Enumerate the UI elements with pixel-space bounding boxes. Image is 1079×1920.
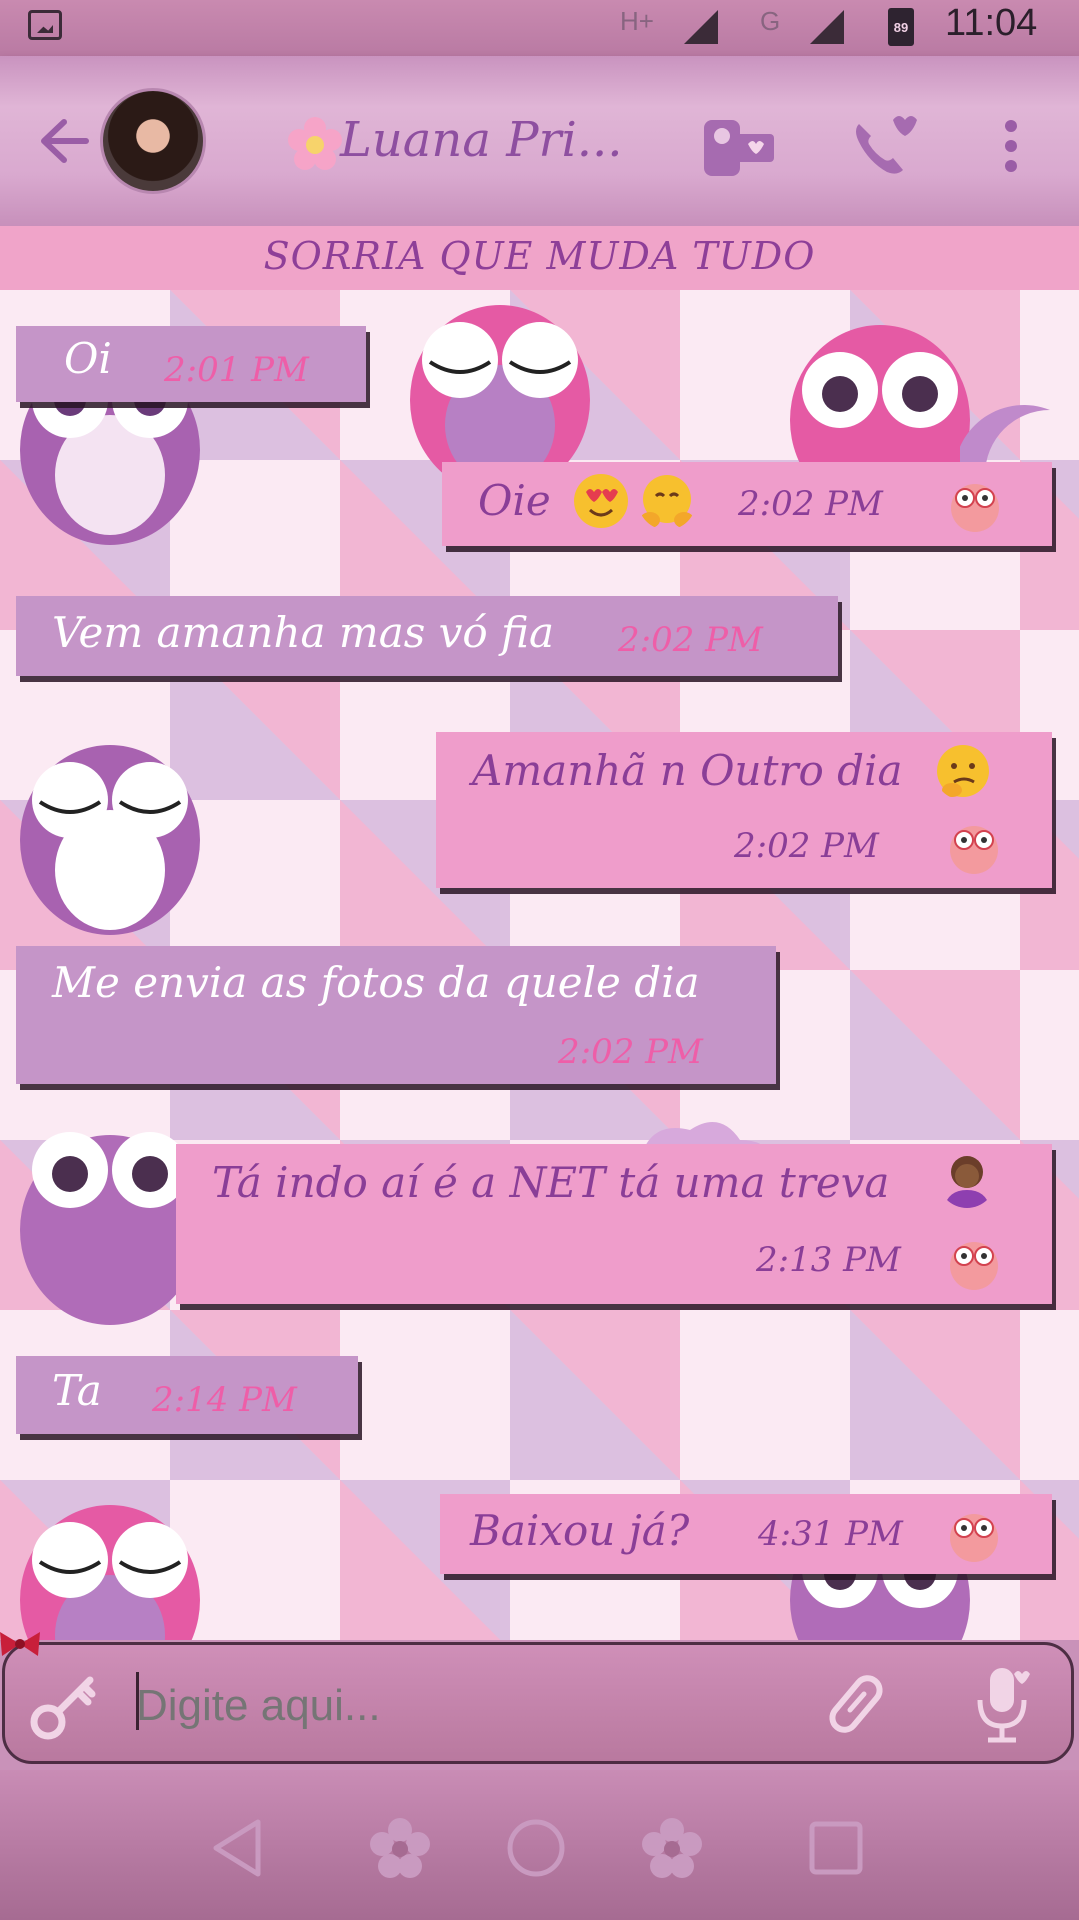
chat-area[interactable]: Oi 2:01 PM Oie 2:02 PM Vem amanha mas vó… [0, 290, 1079, 1640]
battery-level: 89 [893, 20, 909, 35]
owl-read-receipt-icon [950, 1242, 998, 1290]
message-text: Me envia as fotos da quele dia [52, 958, 700, 1007]
back-arrow-icon[interactable] [36, 116, 96, 166]
message-time: 2:02 PM [734, 826, 879, 866]
nav-flower-icon [370, 1818, 430, 1878]
system-nav-bar [0, 1770, 1079, 1920]
image-notification-icon [28, 10, 62, 40]
message-time: 2:13 PM [756, 1240, 901, 1280]
microphone-icon[interactable] [968, 1662, 1038, 1746]
nav-flower-icon-2 [642, 1818, 702, 1878]
voice-call-icon[interactable] [845, 104, 925, 184]
signal-strength-icon [684, 10, 718, 44]
message-text: Vem amanha mas vó fia [52, 608, 555, 657]
message-bubble-incoming[interactable]: Ta 2:14 PM [16, 1356, 358, 1434]
message-time: 2:02 PM [618, 620, 763, 660]
message-input[interactable] [134, 1672, 778, 1740]
message-time: 2:01 PM [164, 350, 309, 390]
avatar[interactable] [100, 88, 206, 194]
owl-read-receipt-icon [950, 826, 998, 874]
text-caret [136, 1672, 139, 1730]
bow-icon [0, 1632, 40, 1656]
chat-header: Luana Pri... [0, 56, 1079, 226]
message-bubble-outgoing[interactable]: Amanhã n Outro dia 2:02 PM [436, 732, 1052, 888]
more-options-icon[interactable] [998, 116, 1024, 176]
message-text: Oie [478, 476, 551, 525]
video-call-icon[interactable] [700, 106, 780, 186]
status-bar: H+ G 89 11:04 [0, 0, 1079, 56]
message-time: 2:02 PM [558, 1032, 703, 1072]
network-type-label-2: G [760, 6, 781, 36]
network-type-label: H+ [620, 6, 654, 36]
message-time: 2:02 PM [738, 484, 883, 524]
contact-name[interactable]: Luana Pri... [340, 112, 623, 168]
status-clock: 11:04 [945, 2, 1038, 44]
thinking-emoji-icon [937, 745, 989, 797]
message-bubble-outgoing[interactable]: Baixou já? 4:31 PM [440, 1494, 1052, 1574]
heart-eyes-emoji-icon [574, 474, 628, 528]
key-icon[interactable] [28, 1670, 100, 1742]
message-bubble-outgoing[interactable]: Oie 2:02 PM [442, 462, 1052, 546]
nav-home-icon[interactable] [504, 1816, 568, 1880]
owl-wallpaper-icon [20, 1505, 200, 1640]
message-bubble-incoming[interactable]: Vem amanha mas vó fia 2:02 PM [16, 596, 838, 676]
message-time: 2:14 PM [152, 1380, 297, 1420]
person-emoji-icon [944, 1156, 990, 1208]
owl-read-receipt-icon [951, 484, 999, 532]
signal-strength-icon-2 [810, 10, 844, 44]
nav-recents-icon[interactable] [804, 1816, 868, 1880]
message-bubble-incoming[interactable]: Me envia as fotos da quele dia 2:02 PM [16, 946, 776, 1084]
attach-clip-icon[interactable] [820, 1668, 892, 1740]
banner-text: SORRIA QUE MUDA TUDO [263, 234, 816, 278]
flower-icon [288, 117, 342, 170]
message-text: Ta [52, 1366, 102, 1415]
owl-read-receipt-icon [950, 1514, 998, 1562]
message-text: Oi [64, 334, 112, 383]
message-text: Baixou já? [470, 1506, 690, 1555]
nav-back-icon[interactable] [206, 1816, 270, 1880]
owl-wallpaper-icon [20, 745, 200, 935]
status-banner: SORRIA QUE MUDA TUDO [0, 226, 1079, 292]
message-bubble-incoming[interactable]: Oi 2:01 PM [16, 326, 366, 402]
battery-icon: 89 [888, 8, 914, 46]
hugging-emoji-icon [640, 475, 694, 528]
message-text: Amanhã n Outro dia [472, 746, 903, 795]
message-text: Tá indo aí é a NET tá uma treva [212, 1158, 890, 1207]
message-bubble-outgoing[interactable]: Tá indo aí é a NET tá uma treva 2:13 PM [176, 1144, 1052, 1304]
message-time: 4:31 PM [758, 1514, 903, 1554]
